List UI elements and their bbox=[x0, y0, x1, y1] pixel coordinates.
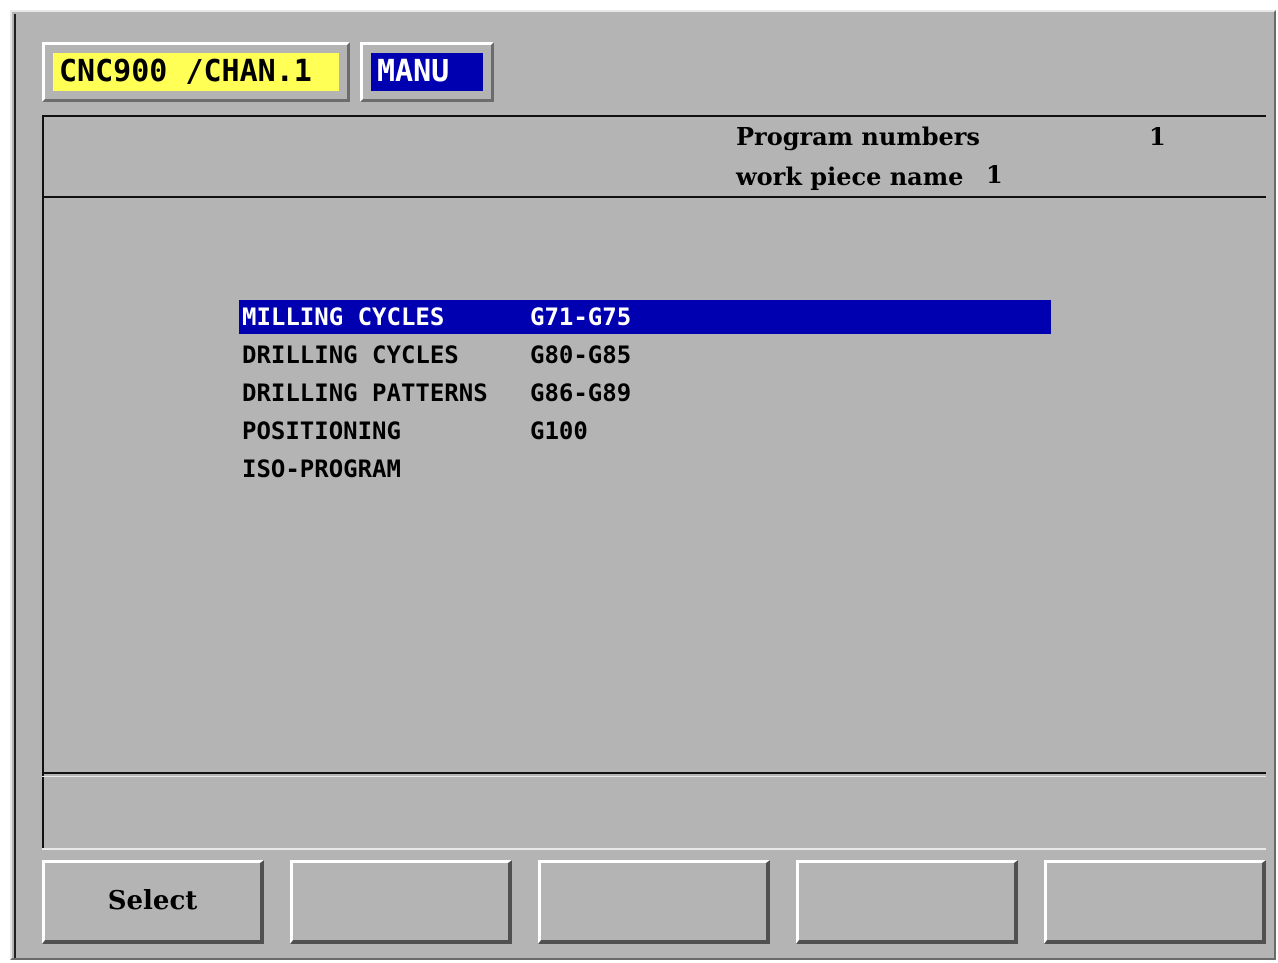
status-top-highlight bbox=[42, 776, 1266, 777]
menu-item-name: DRILLING CYCLES bbox=[242, 341, 459, 369]
program-numbers-value: 1 bbox=[1149, 122, 1166, 151]
main-left-border bbox=[42, 115, 44, 849]
status-top-divider bbox=[42, 772, 1266, 774]
menu-item-code: G71-G75 bbox=[530, 303, 632, 331]
info-bottom-divider bbox=[42, 196, 1266, 198]
channel-indicator: CNC900 /CHAN.1 bbox=[42, 42, 350, 102]
cycle-menu: MILLING CYCLES G71-G75 DRILLING CYCLES G… bbox=[239, 300, 1051, 490]
softkey-5[interactable] bbox=[1044, 860, 1266, 944]
work-piece-label: work piece name bbox=[736, 162, 964, 191]
softkey-select[interactable]: Select bbox=[42, 860, 264, 944]
menu-item-milling-cycles[interactable]: MILLING CYCLES G71-G75 bbox=[239, 300, 1051, 334]
menu-item-code: G80-G85 bbox=[530, 341, 632, 369]
softkey-3[interactable] bbox=[538, 860, 770, 944]
work-piece-value: 1 bbox=[986, 160, 1003, 189]
menu-item-code: G86-G89 bbox=[530, 379, 632, 407]
info-top-divider bbox=[42, 115, 1266, 117]
softkey-2[interactable] bbox=[290, 860, 512, 944]
mode-indicator: MANU bbox=[360, 42, 494, 102]
cnc-screen: CNC900 /CHAN.1 MANU Program numbers 1 wo… bbox=[10, 10, 1276, 960]
menu-item-name: DRILLING PATTERNS bbox=[242, 379, 488, 407]
menu-item-drilling-patterns[interactable]: DRILLING PATTERNS G86-G89 bbox=[239, 376, 1051, 410]
program-numbers-label: Program numbers bbox=[736, 122, 980, 151]
menu-item-drilling-cycles[interactable]: DRILLING CYCLES G80-G85 bbox=[239, 338, 1051, 372]
channel-label: CNC900 /CHAN.1 bbox=[53, 53, 339, 91]
menu-item-code: G100 bbox=[530, 417, 588, 445]
mode-label: MANU bbox=[371, 53, 483, 91]
menu-item-name: POSITIONING bbox=[242, 417, 401, 445]
menu-item-positioning[interactable]: POSITIONING G100 bbox=[239, 414, 1051, 448]
screen-inner: CNC900 /CHAN.1 MANU Program numbers 1 wo… bbox=[14, 14, 1274, 958]
status-bottom-divider bbox=[42, 848, 1266, 850]
menu-item-name: MILLING CYCLES bbox=[242, 303, 445, 331]
softkey-4[interactable] bbox=[796, 860, 1018, 944]
menu-item-name: ISO-PROGRAM bbox=[242, 455, 401, 483]
menu-item-iso-program[interactable]: ISO-PROGRAM bbox=[239, 452, 1051, 486]
